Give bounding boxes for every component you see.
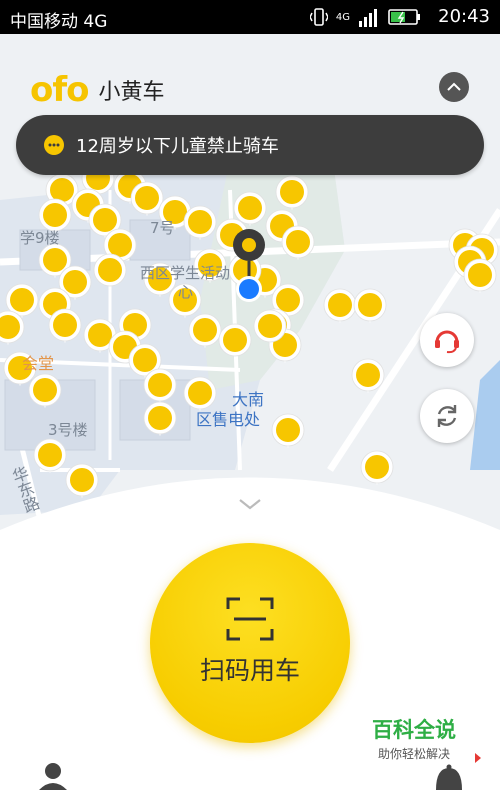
support-button[interactable] (420, 313, 474, 367)
refresh-icon (437, 405, 457, 427)
brand-title: 小黄车 (98, 80, 165, 105)
map-label-center: 心 (178, 283, 194, 301)
brand-logo: ofo (30, 70, 90, 110)
bike-marker[interactable] (93, 253, 127, 288)
bike-marker[interactable] (48, 308, 82, 343)
bike-marker[interactable] (353, 288, 387, 323)
notice-text: 12周岁以下儿童禁止骑车 (76, 136, 279, 157)
bike-marker[interactable] (183, 205, 217, 240)
clock: 20:43 (438, 6, 490, 27)
map-label-building3: 3号楼 (48, 421, 88, 439)
scan-ride-label: 扫码用车 (199, 656, 300, 685)
map-label-electric-line1: 大南 (232, 390, 265, 409)
bell-icon[interactable] (432, 764, 466, 790)
watermark: 百科全说 助你轻松解决 (364, 714, 464, 762)
refresh-button[interactable] (420, 389, 474, 443)
battery-icon (388, 9, 420, 25)
notice-banner[interactable]: 12周岁以下儿童禁止骑车 (16, 115, 484, 175)
app-brand: ofo 小黄车 (30, 70, 165, 110)
bike-marker[interactable] (143, 401, 177, 436)
bike-marker[interactable] (463, 258, 497, 293)
bike-marker[interactable] (188, 313, 222, 348)
map-label-building7: 7号 (150, 219, 175, 237)
status-bar: 中国移动 4G 4G 20:43 (0, 0, 500, 34)
signal-icon (359, 9, 377, 27)
vibrate-icon (309, 8, 328, 26)
notification-dot (475, 753, 481, 763)
location-pin-icon (233, 229, 265, 302)
support-icon (435, 330, 459, 354)
map-label-building9: 学9楼 (20, 229, 60, 247)
scan-ride-button[interactable]: 扫码用车 (150, 543, 350, 743)
message-icon (44, 135, 64, 155)
watermark-subtitle: 助你轻松解决 (377, 747, 450, 761)
status-icons: 4G (309, 6, 422, 28)
bike-marker[interactable] (271, 413, 305, 448)
map-label-hall: 会堂 (22, 354, 55, 373)
bike-marker[interactable] (28, 373, 62, 408)
chevron-down-icon[interactable] (236, 496, 264, 512)
bike-marker[interactable] (130, 181, 164, 216)
map-label-electric-line2: 区售电处 (196, 410, 261, 429)
map-label-student: 西区学生活动 (140, 264, 231, 282)
user-icon[interactable] (38, 762, 68, 790)
collapse-icon (447, 82, 461, 91)
network-type: 4G (335, 11, 350, 23)
bike-marker[interactable] (323, 288, 357, 323)
carrier-label: 中国移动 4G (10, 12, 108, 32)
bike-marker[interactable] (33, 438, 67, 473)
collapse-button[interactable] (439, 72, 469, 102)
watermark-title: 百科全说 (372, 718, 456, 742)
bike-marker[interactable] (351, 358, 385, 393)
bike-marker[interactable] (143, 368, 177, 403)
bike-marker[interactable] (275, 175, 309, 210)
bike-marker[interactable] (281, 225, 315, 260)
map-label-electricity-office: 大南 区售电处 (192, 390, 264, 430)
bike-marker[interactable] (218, 323, 252, 358)
scan-icon (226, 597, 274, 641)
